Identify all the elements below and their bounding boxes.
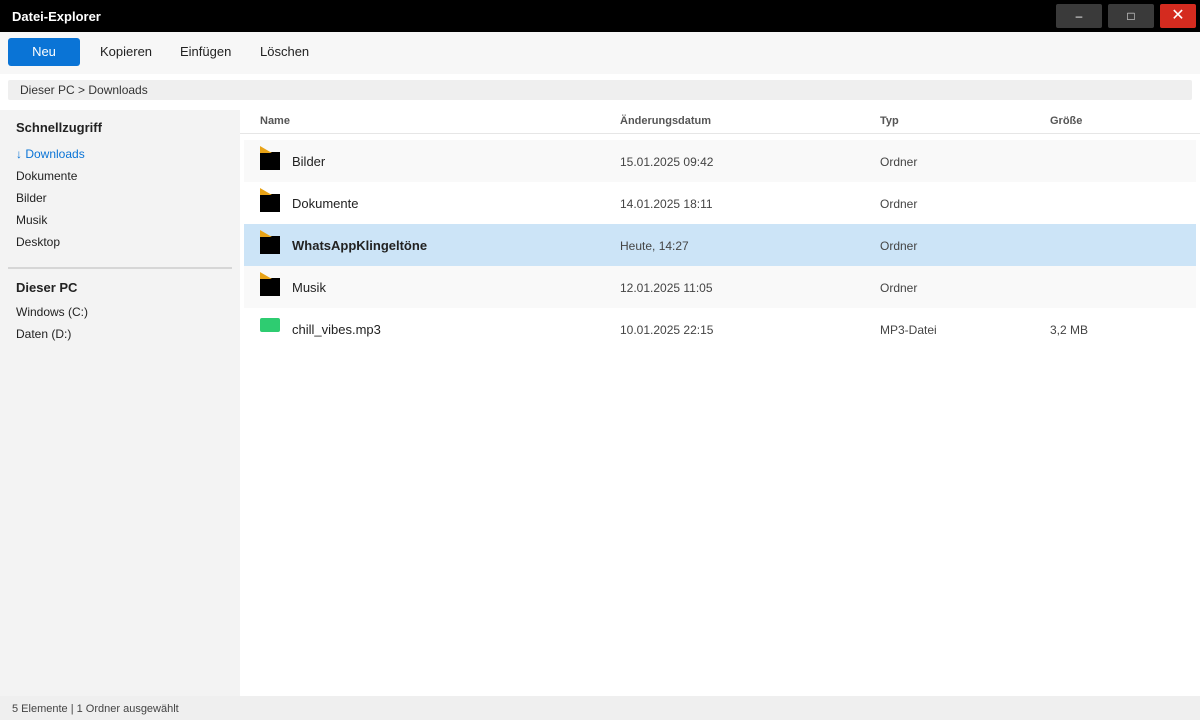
breadcrumb[interactable]: Dieser PC > Downloads <box>8 80 1192 100</box>
maximize-button[interactable]: □ <box>1108 4 1154 28</box>
address-bar: Dieser PC > Downloads <box>0 74 1200 106</box>
file-name: Dokumente <box>292 196 359 211</box>
file-type: Ordner <box>880 155 918 169</box>
column-header-date[interactable]: Änderungsdatum <box>620 115 711 127</box>
file-list: Name Änderungsdatum Typ Größe Bilder 15.… <box>240 110 1200 696</box>
this-pc-heading: Dieser PC <box>16 280 78 295</box>
file-row-selected[interactable]: WhatsAppKlingeltöne Heute, 14:27 Ordner <box>244 224 1196 266</box>
window-title: Datei-Explorer <box>12 9 101 24</box>
sidebar-item-drive-d[interactable]: Daten (D:) <box>16 327 71 341</box>
sidebar-item-desktop[interactable]: Desktop <box>16 235 60 249</box>
file-name: Bilder <box>292 154 326 169</box>
file-name: WhatsAppKlingeltöne <box>292 238 428 253</box>
delete-button[interactable]: Löschen <box>260 38 309 66</box>
file-size: 3,2 MB <box>1050 323 1089 337</box>
sidebar-item-drive-c[interactable]: Windows (C:) <box>16 305 88 319</box>
file-row[interactable]: Bilder 15.01.2025 09:42 Ordner <box>244 140 1196 182</box>
folder-icon <box>260 230 280 254</box>
file-type: Ordner <box>880 281 918 295</box>
file-type: Ordner <box>880 197 918 211</box>
sidebar: Schnellzugriff ↓ Downloads Dokumente Bil… <box>0 110 240 696</box>
column-header-name[interactable]: Name <box>260 115 290 127</box>
file-date: 14.01.2025 18:11 <box>620 197 713 211</box>
paste-button[interactable]: Einfügen <box>180 38 231 66</box>
file-type: Ordner <box>880 239 918 253</box>
sidebar-item-downloads[interactable]: ↓ Downloads <box>16 147 85 161</box>
close-button[interactable]: ✕ <box>1160 4 1196 28</box>
file-date: 10.01.2025 22:15 <box>620 323 714 337</box>
column-header-type[interactable]: Typ <box>880 115 899 127</box>
column-header-size[interactable]: Größe <box>1050 115 1082 127</box>
file-date: 15.01.2025 09:42 <box>620 155 714 169</box>
folder-icon <box>260 272 280 296</box>
status-bar: 5 Elemente | 1 Ordner ausgewählt <box>0 696 1200 720</box>
sidebar-item-music[interactable]: Musik <box>16 213 47 227</box>
sidebar-item-pictures[interactable]: Bilder <box>16 191 47 205</box>
file-row[interactable]: chill_vibes.mp3 10.01.2025 22:15 MP3-Dat… <box>244 308 1196 350</box>
new-button[interactable]: Neu <box>8 38 80 66</box>
file-row[interactable]: Dokumente 14.01.2025 18:11 Ordner <box>244 182 1196 224</box>
folder-icon <box>260 146 280 170</box>
file-name: Musik <box>292 280 326 295</box>
sidebar-item-documents[interactable]: Dokumente <box>16 169 77 183</box>
minimize-button[interactable]: – <box>1056 4 1102 28</box>
audio-file-icon <box>260 318 280 338</box>
file-name: chill_vibes.mp3 <box>292 322 381 337</box>
copy-button[interactable]: Kopieren <box>100 38 152 66</box>
toolbar: Neu Kopieren Einfügen Löschen <box>0 32 1200 74</box>
file-date: 12.01.2025 11:05 <box>620 281 713 295</box>
folder-icon <box>260 188 280 212</box>
file-row[interactable]: Musik 12.01.2025 11:05 Ordner <box>244 266 1196 308</box>
quick-access-heading: Schnellzugriff <box>16 120 102 135</box>
sidebar-divider <box>8 267 232 269</box>
column-header-row: Name Änderungsdatum Typ Größe <box>240 110 1200 134</box>
status-text: 5 Elemente | 1 Ordner ausgewählt <box>12 703 179 715</box>
file-date: Heute, 14:27 <box>620 239 689 253</box>
file-type: MP3-Datei <box>880 323 937 337</box>
title-bar: Datei-Explorer – □ ✕ <box>0 0 1200 32</box>
